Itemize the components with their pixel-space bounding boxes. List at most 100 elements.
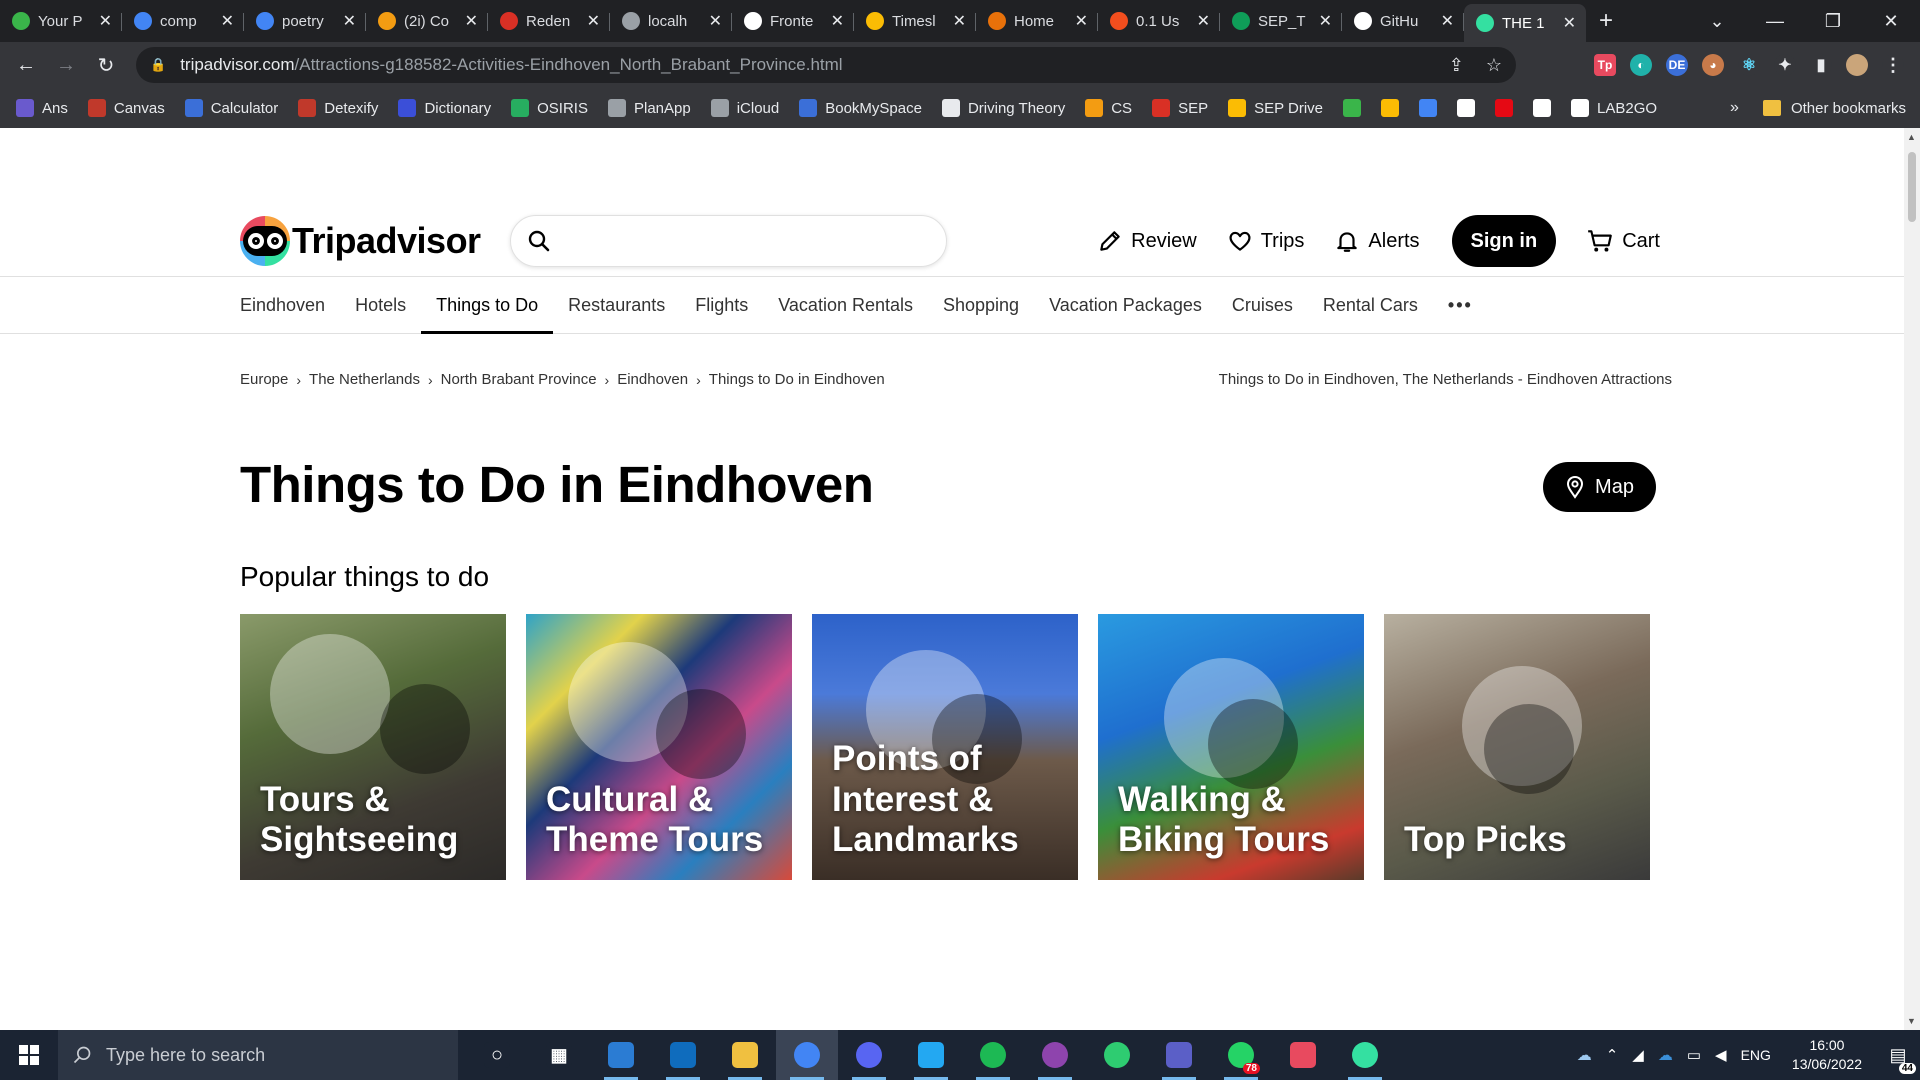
- category-card[interactable]: Walking & Biking Tours: [1098, 614, 1364, 880]
- browser-tab[interactable]: Home ✕: [976, 4, 1098, 38]
- bookmark-item[interactable]: Ans: [16, 99, 68, 117]
- taskbar-app[interactable]: [1148, 1030, 1210, 1080]
- taskbar-app[interactable]: [1334, 1030, 1396, 1080]
- onedrive-icon[interactable]: ☁: [1577, 1046, 1592, 1064]
- close-tab-icon[interactable]: ✕: [831, 11, 844, 31]
- close-tab-icon[interactable]: ✕: [1197, 11, 1210, 31]
- react-devtools-icon[interactable]: ⚛: [1738, 54, 1760, 76]
- taskbar-app[interactable]: ○: [466, 1030, 528, 1080]
- subnav-item[interactable]: Vacation Rentals: [778, 277, 913, 333]
- bookmark-item[interactable]: PlanApp: [607, 99, 691, 117]
- bookmark-item[interactable]: Detexify: [298, 99, 378, 117]
- bookmark-item[interactable]: CS: [1085, 99, 1132, 117]
- bookmark-item[interactable]: iCloud: [710, 99, 779, 117]
- subnav-item[interactable]: Hotels: [355, 277, 406, 333]
- alerts-link[interactable]: Alerts: [1334, 228, 1420, 254]
- category-card[interactable]: Top Picks: [1384, 614, 1650, 880]
- sign-in-button[interactable]: Sign in: [1451, 215, 1557, 267]
- search-box[interactable]: [510, 215, 947, 267]
- url-text[interactable]: tripadvisor.com/Attractions-g188582-Acti…: [180, 55, 842, 75]
- browser-tab[interactable]: Timesl ✕: [854, 4, 976, 38]
- subnav-item[interactable]: Cruises: [1232, 277, 1293, 333]
- close-tab-icon[interactable]: ✕: [1075, 11, 1088, 31]
- side-panel-icon[interactable]: ▮: [1810, 54, 1832, 76]
- language-indicator[interactable]: ENG: [1741, 1047, 1771, 1063]
- taskbar-app[interactable]: 78: [1210, 1030, 1272, 1080]
- bookmark-item[interactable]: [1419, 99, 1437, 117]
- taskbar-app[interactable]: [776, 1030, 838, 1080]
- bookmark-item[interactable]: Driving Theory: [941, 99, 1065, 117]
- share-icon[interactable]: ⇪: [1449, 55, 1464, 76]
- scroll-up-icon[interactable]: ▲: [1907, 132, 1916, 142]
- category-card[interactable]: Cultural & Theme Tours: [526, 614, 792, 880]
- taskbar-app[interactable]: [1086, 1030, 1148, 1080]
- breadcrumb-link[interactable]: Eindhoven: [617, 371, 688, 388]
- review-link[interactable]: Review: [1097, 228, 1197, 254]
- minimize-icon[interactable]: —: [1746, 11, 1804, 32]
- start-button[interactable]: [0, 1030, 58, 1080]
- page-scrollbar[interactable]: ▲ ▼: [1904, 128, 1920, 1030]
- back-icon[interactable]: ←: [6, 54, 46, 77]
- bookmark-item[interactable]: Calculator: [184, 99, 278, 117]
- cart-link[interactable]: Cart: [1586, 228, 1660, 254]
- breadcrumb-link[interactable]: Things to Do in Eindhoven: [709, 371, 885, 388]
- subnav-item[interactable]: Rental Cars: [1323, 277, 1418, 333]
- address-bar[interactable]: 🔒 tripadvisor.com/Attractions-g188582-Ac…: [136, 47, 1516, 83]
- breadcrumb-link[interactable]: North Brabant Province: [441, 371, 597, 388]
- restore-icon[interactable]: ❐: [1804, 11, 1862, 32]
- browser-tab[interactable]: GitHu ✕: [1342, 4, 1464, 38]
- browser-tab[interactable]: comp ✕: [122, 4, 244, 38]
- bookmark-star-icon[interactable]: ☆: [1486, 55, 1502, 76]
- bookmark-item[interactable]: OSIRIS: [511, 99, 588, 117]
- close-tab-icon[interactable]: ✕: [1441, 11, 1454, 31]
- tray-expand-icon[interactable]: ⌃: [1606, 1046, 1619, 1064]
- close-tab-icon[interactable]: ✕: [709, 11, 722, 31]
- taskbar-app[interactable]: [838, 1030, 900, 1080]
- subnav-item[interactable]: Vacation Packages: [1049, 277, 1202, 333]
- breadcrumb-link[interactable]: Europe: [240, 371, 288, 388]
- bookmark-item[interactable]: SEP: [1152, 99, 1208, 117]
- scroll-down-icon[interactable]: ▼: [1907, 1016, 1916, 1026]
- trips-link[interactable]: Trips: [1227, 228, 1304, 254]
- bookmark-item[interactable]: [1457, 99, 1475, 117]
- subnav-item[interactable]: Things to Do: [421, 277, 554, 334]
- browser-tab[interactable]: poetry ✕: [244, 4, 366, 38]
- browser-tab[interactable]: Fronte ✕: [732, 4, 854, 38]
- volume-icon[interactable]: ◀: [1715, 1046, 1727, 1064]
- wifi-icon[interactable]: ◢: [1632, 1046, 1644, 1064]
- more-icon[interactable]: •••: [1448, 277, 1473, 333]
- close-tab-icon[interactable]: ✕: [221, 11, 234, 31]
- category-card[interactable]: Tours & Sightseeing: [240, 614, 506, 880]
- taskbar-app[interactable]: [652, 1030, 714, 1080]
- taskbar-app[interactable]: ▦: [528, 1030, 590, 1080]
- taskbar-app[interactable]: [714, 1030, 776, 1080]
- bookmark-item[interactable]: BookMySpace: [799, 99, 922, 117]
- taskbar-app[interactable]: [962, 1030, 1024, 1080]
- browser-tab[interactable]: SEP_T ✕: [1220, 4, 1342, 38]
- taskbar-search[interactable]: Type here to search: [58, 1030, 458, 1080]
- bookmark-item[interactable]: LAB2GO: [1571, 99, 1657, 117]
- extension-icon[interactable]: ◕: [1702, 54, 1724, 76]
- tripadvisor-logo[interactable]: Tripadvisor: [240, 211, 481, 271]
- bookmark-item[interactable]: Dictionary: [398, 99, 491, 117]
- battery-icon[interactable]: ▭: [1687, 1046, 1701, 1064]
- close-tab-icon[interactable]: ✕: [587, 11, 600, 31]
- subnav-item[interactable]: Shopping: [943, 277, 1019, 333]
- other-bookmarks[interactable]: Other bookmarks: [1791, 100, 1906, 117]
- bookmark-item[interactable]: [1381, 99, 1399, 117]
- browser-tab[interactable]: THE 1 ✕: [1464, 4, 1586, 42]
- bookmark-item[interactable]: [1343, 99, 1361, 117]
- scrollbar-thumb[interactable]: [1908, 152, 1916, 222]
- close-tab-icon[interactable]: ✕: [1563, 13, 1576, 33]
- tp-extension-icon[interactable]: Tp: [1594, 54, 1616, 76]
- notification-center-button[interactable]: ▤ 44: [1876, 1045, 1920, 1074]
- browser-tab[interactable]: 0.1 Us ✕: [1098, 4, 1220, 38]
- bookmark-item[interactable]: SEP Drive: [1228, 99, 1323, 117]
- extension-icon[interactable]: DE: [1666, 54, 1688, 76]
- taskbar-app[interactable]: [1024, 1030, 1086, 1080]
- close-tab-icon[interactable]: ✕: [1319, 11, 1332, 31]
- bookmark-item[interactable]: [1533, 99, 1551, 117]
- new-tab-button[interactable]: +: [1586, 4, 1626, 38]
- avatar[interactable]: [1846, 54, 1868, 76]
- map-button[interactable]: Map: [1543, 462, 1656, 512]
